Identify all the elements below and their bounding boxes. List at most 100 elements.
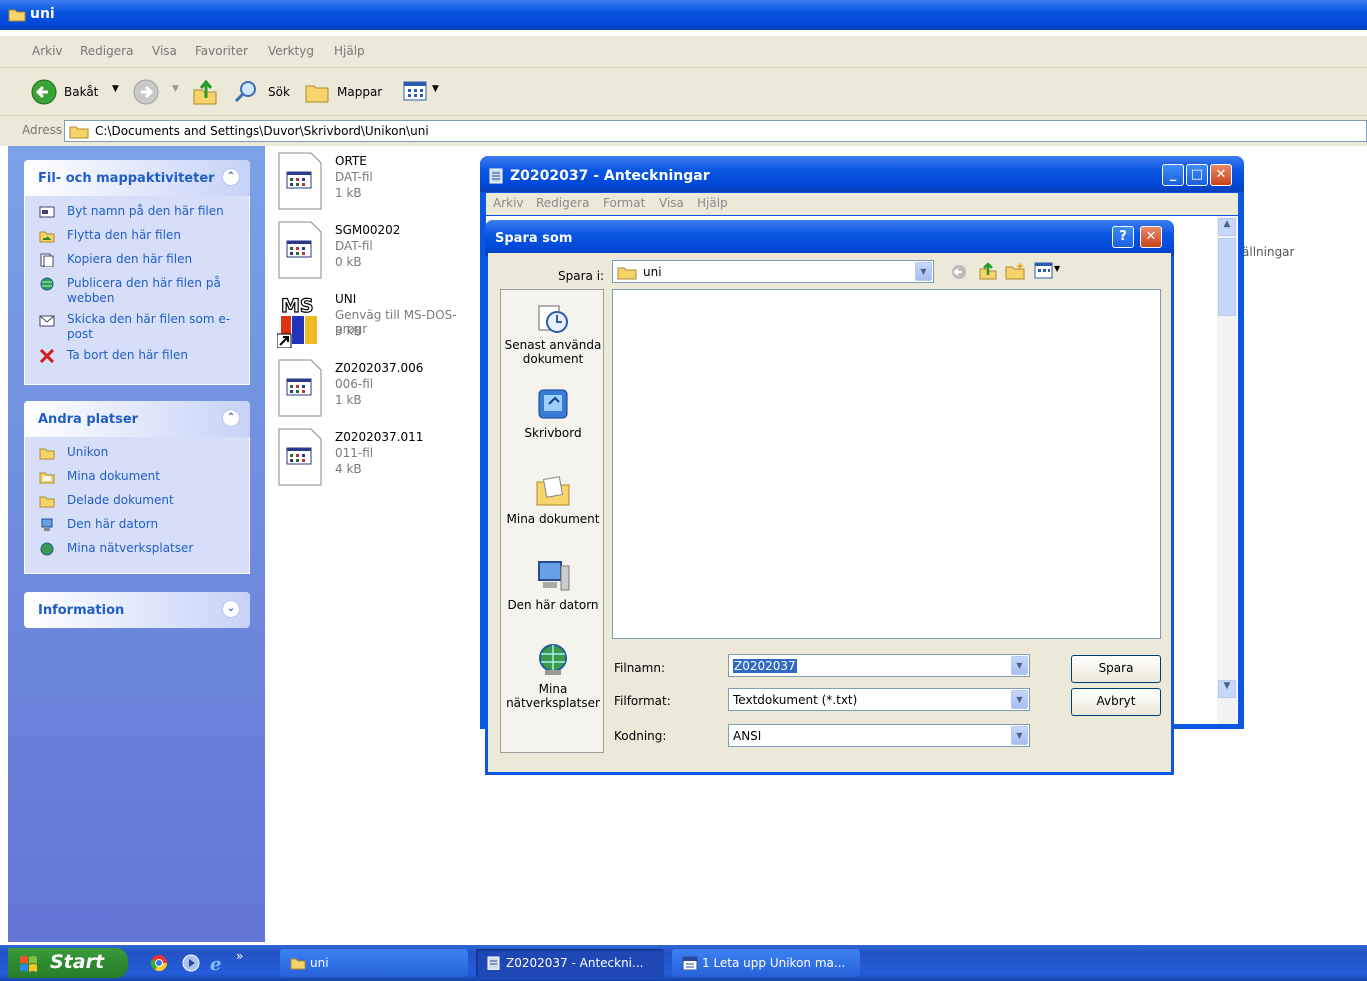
place-my-documents[interactable]: Mina dokument — [501, 472, 605, 526]
place-shared-documents-link[interactable]: Delade dokument — [25, 491, 249, 515]
rename-file-link[interactable]: Byt namn på den här filen — [25, 202, 249, 226]
chevron-down-icon: ▼ — [112, 84, 119, 94]
view-menu-button[interactable]: ▼ — [1034, 261, 1066, 281]
place-my-computer-link[interactable]: Den här datorn — [25, 515, 249, 539]
chevron-down-icon[interactable]: ▼ — [172, 84, 179, 94]
up-folder-icon[interactable] — [978, 261, 998, 281]
chevron-down-icon[interactable]: ▼ — [1011, 690, 1028, 709]
file-item[interactable]: SGM00202 DAT-fil 0 kB — [275, 221, 485, 283]
other-places-header[interactable]: Andra platser ⌃ — [24, 401, 250, 437]
file-size: 3 kB — [335, 324, 362, 338]
collapse-icon[interactable]: ⌃ — [222, 168, 240, 186]
information-header[interactable]: Information ⌄ — [24, 592, 250, 628]
views-button[interactable]: ▼ — [402, 80, 444, 104]
scroll-up-button[interactable]: ▲ — [1218, 218, 1236, 236]
chevron-down-icon[interactable]: ▼ — [915, 262, 932, 281]
email-file-link[interactable]: Skicka den här filen som e-post — [25, 310, 249, 346]
email-file-label: Skicka den här filen som e-post — [67, 312, 231, 341]
generic-file-icon — [278, 359, 322, 417]
chrome-icon[interactable] — [150, 954, 168, 972]
expand-icon[interactable]: ⌄ — [222, 600, 240, 618]
taskbar-button-word[interactable]: 1 Leta upp Unikon ma... — [672, 949, 860, 977]
notepad-title: Z0202037 - Anteckningar — [510, 168, 710, 184]
more-icon[interactable]: » — [236, 949, 243, 963]
file-item[interactable]: Z0202037.011 011-fil 4 kB — [275, 428, 485, 490]
place-desktop[interactable]: Skrivbord — [501, 386, 605, 440]
encoding-dropdown[interactable]: ANSI ▼ — [728, 724, 1030, 747]
save-button[interactable]: Spara — [1071, 655, 1161, 683]
menu-arkiv[interactable]: Arkiv — [493, 196, 524, 210]
chevron-down-icon[interactable]: ▼ — [1011, 656, 1028, 675]
search-button[interactable]: Sök — [234, 78, 298, 106]
file-item[interactable]: MS UNI Genväg till MS-DOS-progr 3 kB — [275, 290, 485, 352]
menu-redigera[interactable]: Redigera — [80, 44, 133, 58]
menu-visa[interactable]: Visa — [152, 44, 177, 58]
media-player-icon[interactable] — [182, 954, 200, 972]
file-name: Z0202037.006 — [335, 361, 424, 375]
collapse-icon[interactable]: ⌃ — [222, 409, 240, 427]
menu-arkiv[interactable]: Arkiv — [32, 44, 63, 58]
scroll-down-button[interactable]: ▼ — [1218, 680, 1236, 698]
minimize-button[interactable]: _ — [1162, 164, 1184, 186]
taskbar-button-notepad[interactable]: Z0202037 - Anteckni... — [476, 949, 664, 977]
address-input[interactable]: C:\Documents and Settings\Duvor\Skrivbor… — [64, 120, 1367, 142]
file-item[interactable]: ORTE DAT-fil 1 kB — [275, 152, 485, 214]
explorer-title-bar[interactable]: uni — [0, 0, 1367, 30]
place-my-documents-link[interactable]: Mina dokument — [25, 467, 249, 491]
save-as-title-bar[interactable]: Spara som ? ✕ — [485, 220, 1174, 256]
menu-format[interactable]: Format — [603, 196, 645, 210]
move-file-link[interactable]: Flytta den här filen — [25, 226, 249, 250]
menu-verktyg[interactable]: Verktyg — [268, 44, 314, 58]
file-type: 006-fil — [335, 377, 374, 391]
scroll-thumb[interactable] — [1218, 238, 1236, 316]
back-icon[interactable] — [950, 263, 968, 281]
close-button[interactable]: ✕ — [1140, 226, 1162, 248]
forward-arrow-icon[interactable] — [132, 78, 160, 106]
place-unikon-link[interactable]: Unikon — [25, 443, 249, 467]
menu-redigera[interactable]: Redigera — [536, 196, 589, 210]
copy-file-label: Kopiera den här filen — [67, 252, 193, 266]
place-desktop-label: Skrivbord — [524, 426, 582, 440]
place-network[interactable]: Mina nätverksplatser — [501, 642, 605, 710]
vertical-scrollbar[interactable]: ▲ ▼ — [1217, 216, 1237, 724]
internet-explorer-icon[interactable]: e — [208, 954, 228, 972]
place-network-link[interactable]: Mina nätverksplatser — [25, 539, 249, 563]
place-recent[interactable]: Senast använda dokument — [501, 298, 605, 366]
menu-visa[interactable]: Visa — [659, 196, 684, 210]
up-folder-icon[interactable] — [192, 78, 218, 106]
save-file-list[interactable] — [612, 289, 1161, 639]
cancel-button[interactable]: Avbryt — [1071, 688, 1161, 716]
file-tasks-title: Fil- och mappaktiviteter — [38, 171, 215, 186]
help-button[interactable]: ? — [1112, 226, 1134, 248]
explorer-menu-bar: Arkiv Redigera Visa Favoriter Verktyg Hj… — [0, 36, 1367, 68]
place-my-documents-label: Mina dokument — [67, 469, 160, 483]
close-button[interactable]: ✕ — [1210, 164, 1232, 186]
menu-hjalp[interactable]: Hjälp — [697, 196, 728, 210]
publish-file-link[interactable]: Publicera den här filen på webben — [25, 274, 249, 310]
file-tasks-header[interactable]: Fil- och mappaktiviteter ⌃ — [24, 160, 250, 196]
delete-file-label: Ta bort den här filen — [67, 348, 188, 362]
new-folder-icon[interactable] — [1004, 261, 1026, 281]
folders-button[interactable]: Mappar — [304, 78, 388, 106]
taskbar-button-uni[interactable]: uni — [280, 949, 468, 977]
information-title: Information — [38, 603, 125, 618]
chevron-down-icon[interactable]: ▼ — [1011, 726, 1028, 745]
partial-text: ällningar — [1242, 245, 1295, 259]
format-value: Textdokument (*.txt) — [733, 693, 858, 707]
file-item[interactable]: Z0202037.006 006-fil 1 kB — [275, 359, 485, 421]
notepad-title-bar[interactable]: Z0202037 - Anteckningar _ □ ✕ — [480, 156, 1244, 192]
menu-hjalp[interactable]: Hjälp — [334, 44, 365, 58]
start-button[interactable]: Start — [8, 948, 128, 978]
place-my-computer[interactable]: Den här datorn — [501, 558, 605, 612]
taskbar-button-label: Z0202037 - Anteckni... — [506, 956, 644, 970]
place-network-label: Mina nätverksplatser — [67, 541, 194, 555]
save-in-dropdown[interactable]: uni ▼ — [612, 260, 934, 283]
other-places-panel: Andra platser ⌃ Unikon Mina dokument Del… — [24, 401, 250, 574]
maximize-button[interactable]: □ — [1186, 164, 1208, 186]
filename-input[interactable]: Z0202037 ▼ — [728, 654, 1030, 677]
back-button[interactable]: Bakåt ▼ — [30, 78, 130, 106]
copy-file-link[interactable]: Kopiera den här filen — [25, 250, 249, 274]
format-dropdown[interactable]: Textdokument (*.txt) ▼ — [728, 688, 1030, 711]
delete-file-link[interactable]: Ta bort den här filen — [25, 346, 249, 370]
menu-favoriter[interactable]: Favoriter — [195, 44, 248, 58]
